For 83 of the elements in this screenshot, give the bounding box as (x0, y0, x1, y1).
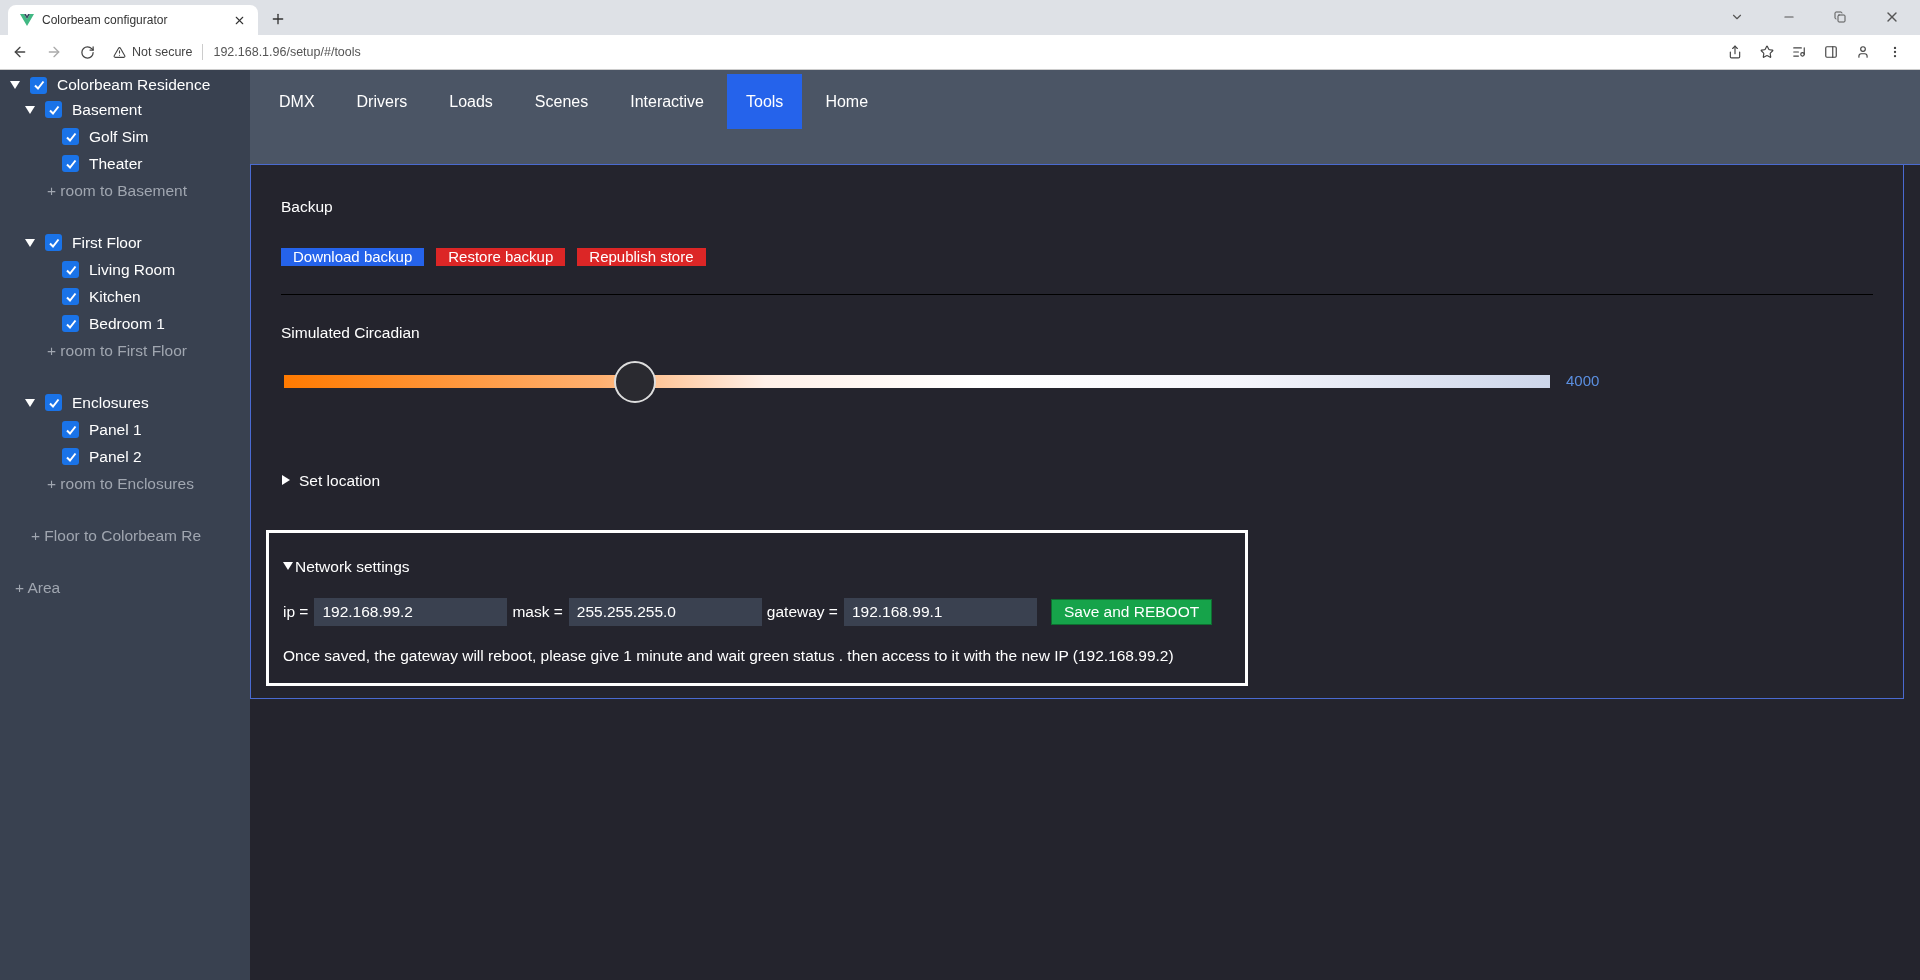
tree-item[interactable]: Theater (89, 151, 143, 176)
tree-item[interactable]: Panel 2 (89, 444, 142, 469)
expanded-triangle-icon[interactable] (10, 80, 20, 90)
new-tab-icon[interactable] (270, 11, 286, 27)
checkbox[interactable] (30, 76, 47, 94)
add-area-link[interactable]: + Area (15, 575, 61, 600)
tree-item[interactable]: Enclosures (72, 390, 149, 415)
checkbox[interactable] (62, 448, 79, 465)
nav-tab[interactable]: DMX (260, 74, 334, 129)
expanded-triangle-icon[interactable] (25, 397, 35, 408)
list-icon[interactable] (1792, 45, 1806, 59)
restore-icon[interactable] (1834, 11, 1846, 23)
nav-tab[interactable]: Home (806, 74, 888, 129)
reload-icon[interactable] (80, 44, 95, 60)
slider-reading: 4000 (1566, 371, 1600, 392)
slider-track[interactable] (284, 360, 1550, 403)
checkbox[interactable] (62, 261, 79, 278)
checkbox[interactable] (62, 315, 79, 332)
add-room-link[interactable]: + room to Basement (47, 178, 187, 203)
tree-item[interactable]: Kitchen (89, 284, 141, 309)
checkbox[interactable] (45, 234, 62, 251)
checkmark-icon (64, 290, 77, 303)
back-icon[interactable] (12, 44, 28, 60)
browser-tab[interactable]: Colorbeam configurator (8, 5, 258, 35)
text-field[interactable]: 192.168.99.2 (314, 598, 508, 626)
v-logo-icon (20, 14, 34, 26)
checkbox[interactable] (62, 288, 79, 305)
checkmark-icon (47, 236, 60, 249)
checkbox[interactable] (62, 155, 79, 172)
warning-icon (113, 45, 126, 59)
slider-thumb[interactable] (613, 360, 656, 403)
share-icon[interactable] (1728, 45, 1742, 59)
checkmark-icon (64, 130, 77, 143)
backup-button[interactable]: Download backup (281, 248, 425, 267)
checkmark-icon (32, 79, 45, 91)
nav-tab[interactable]: Drivers (337, 74, 427, 129)
nav-tab[interactable]: Scenes (515, 74, 608, 129)
url-text[interactable]: 192.168.1.96/setup/#/tools (213, 42, 361, 62)
text-field[interactable]: 192.168.99.1 (843, 598, 1037, 626)
security-label[interactable]: Not secure (132, 42, 193, 62)
checkmark-icon (64, 450, 77, 463)
section-title: Simulated Circadian (281, 323, 421, 344)
checkmark-icon (64, 317, 77, 330)
collapsed-triangle-icon[interactable] (281, 475, 291, 486)
tree-item[interactable]: Bedroom 1 (89, 311, 165, 336)
expanded-triangle-icon[interactable] (25, 104, 35, 115)
side-panel-icon[interactable] (1824, 45, 1838, 59)
add-room-link[interactable]: + room to First Floor (47, 338, 187, 363)
tree-item[interactable]: Colorbeam Residence (57, 73, 211, 97)
disclosure-label[interactable]: Set location (299, 468, 380, 492)
tree-item[interactable]: Living Room (89, 257, 176, 282)
field-label: ip = (283, 602, 309, 623)
checkmark-icon (47, 103, 60, 116)
field-label: gateway = (766, 602, 838, 623)
profile-icon[interactable] (1856, 45, 1870, 59)
expanded-triangle-icon[interactable] (283, 561, 293, 572)
backup-button[interactable]: Restore backup (436, 248, 566, 267)
tree-item[interactable]: Golf Sim (89, 124, 149, 149)
tree-item[interactable]: Panel 1 (89, 417, 142, 442)
nav-tab[interactable]: Tools (727, 74, 803, 129)
nav-tab[interactable]: Loads (430, 74, 512, 129)
checkbox[interactable] (62, 421, 79, 438)
checkbox[interactable] (45, 394, 62, 411)
tree-item[interactable]: Basement (72, 97, 142, 122)
add-floor-link[interactable]: + Floor to Colorbeam Re (31, 523, 202, 548)
nav-tab[interactable]: Interactive (611, 74, 723, 129)
tree-item[interactable]: First Floor (72, 230, 142, 255)
note-text: Once saved, the gateway will reboot, please give 1 minute and wait green status . then access to it with the new IP (192.168.99.2) (283, 646, 1175, 666)
backup-button[interactable]: Republish store (577, 248, 706, 267)
add-room-link[interactable]: + room to Enclosures (47, 471, 194, 496)
section-title: Backup (281, 197, 334, 217)
checkbox[interactable] (45, 101, 62, 118)
checkbox[interactable] (62, 128, 79, 145)
tab-title: Colorbeam configurator (42, 12, 169, 29)
text-field[interactable]: 255.255.255.0 (568, 598, 762, 626)
star-icon[interactable] (1760, 45, 1774, 59)
expanded-triangle-icon[interactable] (25, 237, 35, 248)
field-label: mask = (512, 602, 563, 623)
disclosure-label[interactable]: Network settings (295, 554, 410, 578)
checkmark-icon (64, 157, 77, 170)
checkmark-icon (64, 423, 77, 436)
checkmark-icon (47, 396, 60, 409)
checkmark-icon (64, 263, 77, 276)
